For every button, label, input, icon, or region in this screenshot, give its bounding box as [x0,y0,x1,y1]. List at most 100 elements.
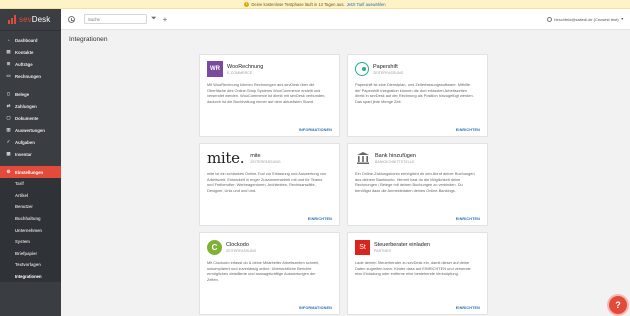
sidebar-item-label: Rechnungen [15,73,42,79]
payment-icon: ⇄ [6,103,11,108]
card-description: mite ist ein schlankes Online-Tool zur E… [207,171,327,193]
submenu-item-tarif[interactable]: Tarif [0,178,61,190]
sidebar-item-auswertungen[interactable]: ▥ Auswertungen [0,124,61,136]
einrichten-link[interactable]: EINRICHTEN [456,306,480,310]
gauge-icon: ◔ [7,37,10,43]
sidebar-item-label: Kontakte [15,49,34,55]
sidebar-item-label: Zahlungen [15,103,37,109]
submenu-item-artikel[interactable]: Artikel [0,190,61,202]
choose-plan-link[interactable]: Jetzt Tarif auswählen [347,2,386,7]
settings-submenu: Tarif Artikel Benutzer Buchhaltung Unter… [0,178,61,283]
search-input[interactable] [84,14,147,24]
clock-icon[interactable] [68,15,75,23]
sidebar-item-dashboard[interactable]: ◔ Dashboard [0,34,61,46]
woorechnung-logo: WR [207,61,223,77]
card-description: Ein Online-Zahlungskonto ermöglicht dir … [355,171,475,193]
sidebar-item-label: Auswertungen [15,127,45,133]
einrichten-link[interactable]: EINRICHTEN [456,217,480,221]
papershift-logo [355,62,369,76]
sidebar-item-label: Inventar [15,151,32,157]
receipt-icon: ▯ [7,91,10,96]
card-category: Bankschnittstelle [375,159,415,164]
tasks-icon: ✓ [6,139,11,144]
integration-card-bank: Bank hinzufügen Bankschnittstelle Ein On… [347,143,488,226]
integrations-grid: WR WooRechnung E-Commerce Mit WooRechnun… [199,54,543,315]
page-title: Integrationen [69,36,108,43]
top-bar: ⏷ + hirschfeld@saltedi.de (Cruwest test)… [61,9,630,30]
card-description: Mit WooRechnung können Rechnungen aus se… [207,82,326,104]
card-category: Partner [374,248,392,253]
info-icon: ! [244,1,250,7]
clockodo-logo: C [207,239,222,255]
card-description: Lade deinen Steuerberater zu sevDesk ein… [355,260,471,277]
submenu-item-integrationen[interactable]: Integrationen [0,271,61,283]
steuerberater-logo: St [355,239,370,255]
informationen-link[interactable]: INFORMATIONEN [299,128,332,132]
user-email: hirschfeld@saltedi.de (Cruwest test) [554,16,619,22]
submenu-item-briefpapier[interactable]: Briefpapier [0,248,61,260]
bank-icon [355,150,371,166]
sidebar-item-kontakte[interactable]: ▤ Kontakte [0,46,61,58]
sidebar-item-label: Einstellungen [15,169,44,175]
app-logo[interactable]: sevDesk [0,9,61,31]
trial-banner: ! Deine kostenlose Testphase läuft in 13… [0,0,630,9]
sidebar-nav: ◔ Dashboard ▤ Kontakte ⊞ Aufträge ▭ Rechnung… [0,34,61,178]
sidebar-item-label: Aufgaben [15,139,35,145]
sidebar-item-zahlungen[interactable]: ⇄ Zahlungen [0,100,61,112]
card-title: Bank hinzufügen [375,152,416,159]
submenu-item-buchhaltung[interactable]: Buchhaltung [0,213,61,225]
plus-icon[interactable]: + [163,15,168,24]
integration-card-mite: mite. mite Zeiterfassung mite ist ein sc… [199,143,340,226]
informationen-link[interactable]: INFORMATIONEN [299,306,332,310]
brand-prefix: sev [19,15,32,24]
mite-logo: mite. [207,149,245,167]
user-menu[interactable]: hirschfeld@saltedi.de (Cruwest test) ▼ [547,16,624,22]
card-title: WooRechnung [227,63,264,70]
filter-icon[interactable]: ⏷ [151,15,157,23]
sidebar-item-einstellungen[interactable]: ⚙ Einstellungen [0,166,61,178]
sidebar-item-belege[interactable]: ▯ Belege [0,88,61,100]
submenu-item-textvorlagen[interactable]: Textvorlagen [0,259,61,271]
einrichten-link[interactable]: EINRICHTEN [308,217,332,221]
gear-icon: ⚙ [6,169,11,174]
cart-icon: ⊞ [6,61,11,66]
brand-suffix: Desk [31,15,51,24]
document-icon: ▢ [6,115,11,120]
card-title: Steuerberater einladen [374,241,430,248]
chart-icon: ▥ [6,127,11,132]
inventory-icon: ▦ [6,151,11,156]
trial-banner-text: Deine kostenlose Testphase läuft in 13 T… [251,1,345,7]
logo-bars-icon [8,15,17,24]
card-title: mite [250,152,261,159]
sidebar-item-auftraege[interactable]: ⊞ Aufträge [0,58,61,70]
sidebar-item-label: Aufträge [15,61,33,67]
card-description: Mit Clockodo erfasst du & deine Mitarbei… [207,260,320,282]
sidebar-item-inventar[interactable]: ▦ Inventar [0,148,61,160]
sidebar: sevDesk ◔ Dashboard ▤ Kontakte ⊞ Aufträge ▭… [0,9,61,316]
sidebar-item-dokumente[interactable]: ▢ Dokumente [0,112,61,124]
invoice-icon: ▭ [6,73,11,78]
card-category: E-Commerce [227,70,253,75]
user-icon [547,16,553,22]
submenu-item-unternehmen[interactable]: Unternehmen [0,224,61,236]
submenu-item-benutzer[interactable]: Benutzer [0,201,61,213]
chevron-down-icon: ▼ [620,17,624,21]
card-category: Zeiterfassung [373,70,404,75]
card-title: Papershift [373,63,398,70]
sidebar-item-label: Belege [15,91,30,97]
card-title: Clockodo [226,241,249,248]
sidebar-item-aufgaben[interactable]: ✓ Aufgaben [0,136,61,148]
card-category: Zeiterfassung [226,248,257,253]
integration-card-woorechnung: WR WooRechnung E-Commerce Mit WooRechnun… [199,54,340,137]
card-category: Zeiterfassung [250,159,281,164]
sidebar-item-rechnungen[interactable]: ▭ Rechnungen [0,70,61,82]
integration-card-papershift: Papershift Zeiterfassung Papershift ist … [347,54,488,137]
integration-card-clockodo: C Clockodo Zeiterfassung Mit Clockodo er… [199,232,340,315]
submenu-item-system[interactable]: System [0,236,61,248]
contacts-icon: ▤ [6,49,11,54]
help-button[interactable]: ? [609,296,627,314]
einrichten-link[interactable]: EINRICHTEN [456,128,480,132]
sidebar-item-label: Dashboard [15,37,38,43]
card-description: Papershift ist eine Dienstplan- und Zeit… [355,82,474,104]
sidebar-item-label: Dokumente [15,115,39,121]
